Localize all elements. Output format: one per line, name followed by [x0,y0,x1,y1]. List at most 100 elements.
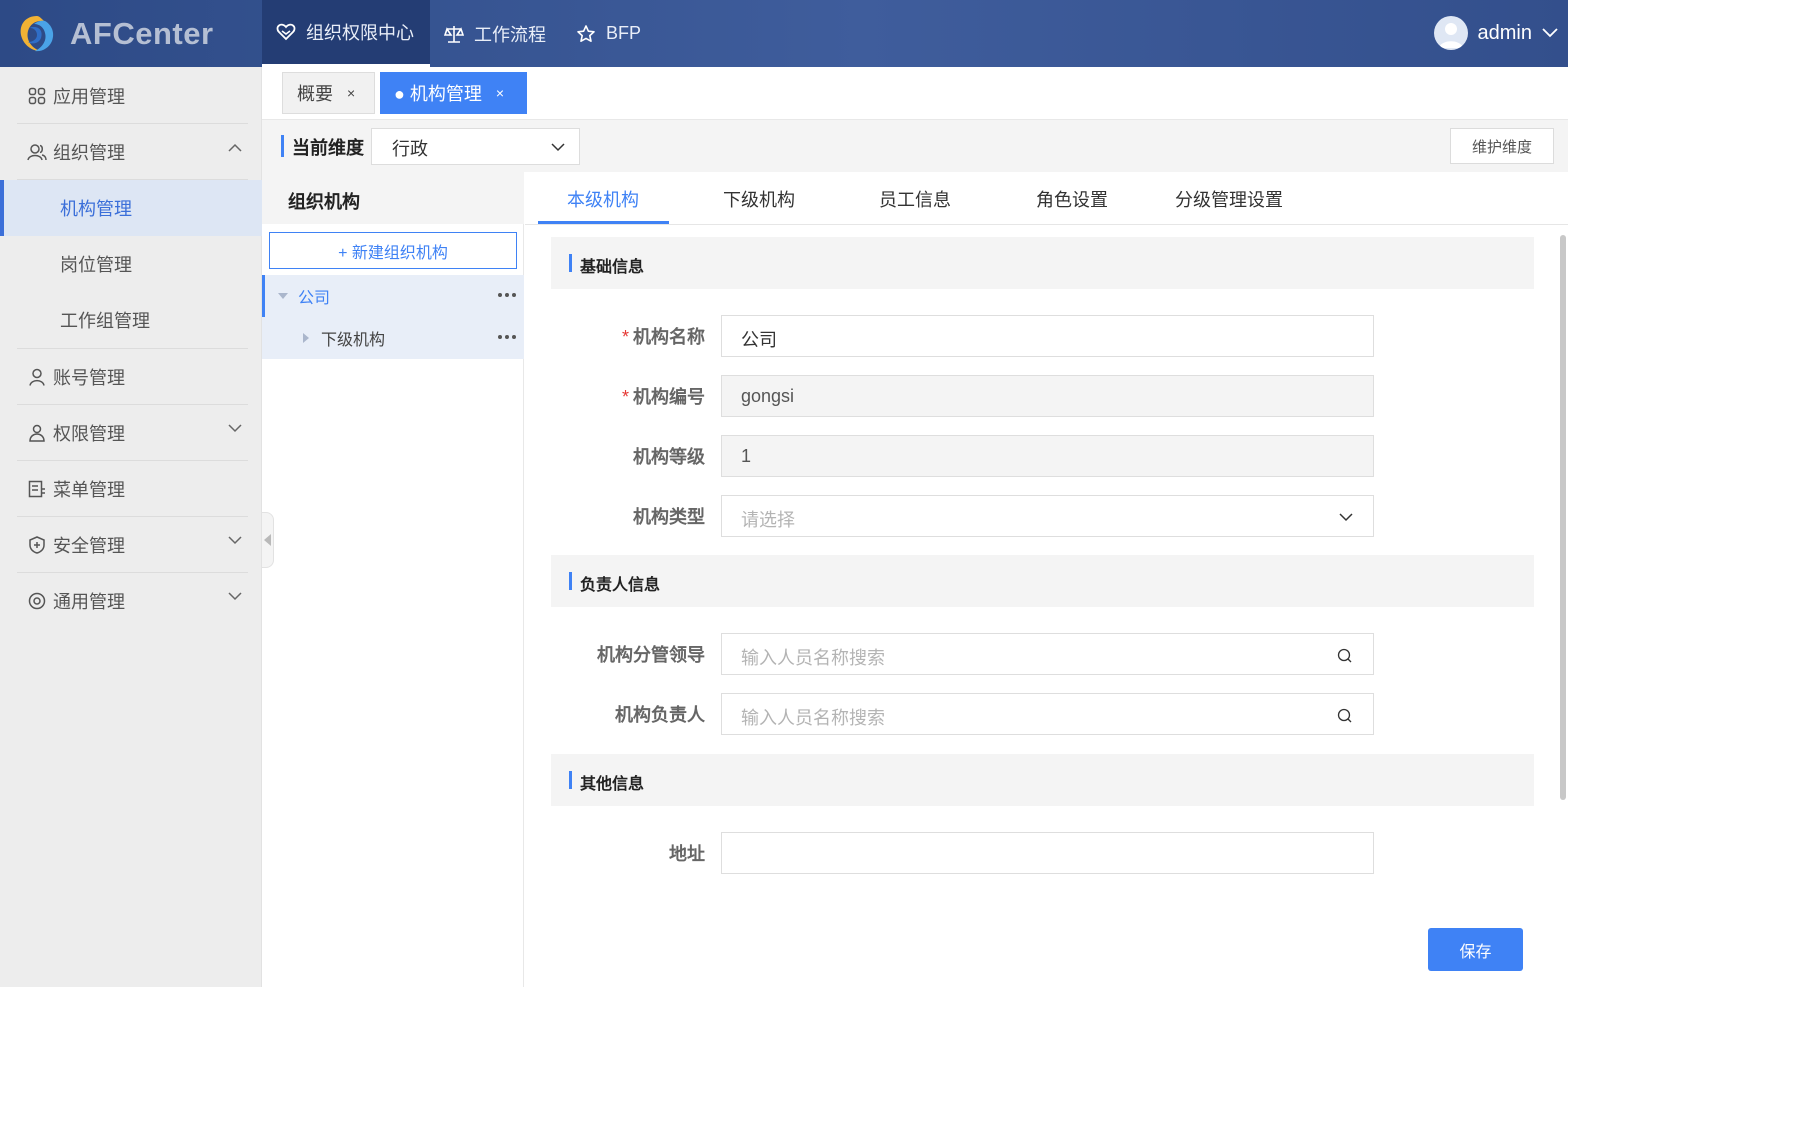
close-icon[interactable]: × [347,85,355,101]
sidebar-item-label: 菜单管理 [53,479,125,500]
more-icon[interactable] [498,293,516,297]
content-tabs: 本级机构 下级机构 员工信息 角色设置 分级管理设置 [525,172,1568,225]
section-basic: 基础信息 [551,237,1534,289]
star-icon [577,24,595,42]
tab-employee[interactable]: 员工信息 [879,186,951,212]
dimension-select[interactable]: 行政 [371,128,580,165]
tree-node-company[interactable]: 公司 [262,275,524,317]
tab-current-org[interactable]: 本级机构 [567,186,639,212]
top-header: AFCenter 组织权限中心 工作流程 BFP admin [0,0,1568,67]
caret-down-icon [278,293,288,299]
input-value: 公司 [741,330,777,350]
user-lock-icon [27,423,47,443]
user-name: admin [1477,21,1532,44]
scale-icon [444,25,464,43]
field-label-type: 机构类型 [633,507,705,527]
button-label: + 新建组织机构 [338,244,448,262]
search-icon[interactable] [1337,648,1353,664]
topnav-workflow[interactable]: 工作流程 [444,0,546,67]
tree-title: 组织机构 [262,172,524,224]
address-input[interactable] [721,832,1374,874]
sidebar-item-label: 应用管理 [53,86,125,107]
accent-bar [569,572,572,590]
manager-search-input[interactable]: 输入人员名称搜索 [721,693,1374,735]
user-menu[interactable]: admin [1433,16,1558,50]
chevron-down-icon [551,143,565,152]
dimension-bar: 当前维度 行政 维护维度 [262,120,1568,172]
tab-level-mgmt[interactable]: 分级管理设置 [1175,186,1283,212]
tree-node-label: 公司 [298,290,331,307]
menu-doc-icon [27,479,47,499]
app-logo[interactable]: AFCenter [16,10,214,58]
input-value: gongsi [741,386,795,406]
new-org-button[interactable]: + 新建组织机构 [269,232,517,269]
maintain-dimension-button[interactable]: 维护维度 [1450,128,1554,164]
topnav-label: 工作流程 [474,24,546,45]
tab-role[interactable]: 角色设置 [1036,186,1108,212]
page-tab-label: 概要 [297,84,333,104]
sidebar-item-label: 安全管理 [53,535,125,556]
sidebar-item-org-mgmt[interactable]: 机构管理 [0,180,262,236]
sidebar-item-position[interactable]: 岗位管理 [0,236,262,292]
save-button[interactable]: 保存 [1428,928,1523,971]
org-name-input[interactable]: 公司 [721,315,1374,357]
chevron-down-icon [1339,513,1353,522]
input-placeholder: 输入人员名称搜索 [741,648,885,668]
org-type-select[interactable]: 请选择 [721,495,1374,537]
tab-sub-org[interactable]: 下级机构 [723,186,795,212]
dimension-label: 当前维度 [292,138,364,158]
field-label-leader: 机构分管领导 [597,645,705,665]
active-tab-indicator [538,221,669,224]
section-other: 其他信息 [551,754,1534,806]
close-icon[interactable]: × [496,85,504,101]
target-icon [27,591,47,611]
chevron-down-icon [228,424,242,433]
sidebar-item-org[interactable]: 组织管理 [17,124,248,180]
accent-bar [281,135,284,157]
scrollbar[interactable] [1560,235,1566,800]
topnav-bfp[interactable]: BFP [576,0,641,67]
avatar [1433,16,1468,50]
logo-icon [20,16,54,52]
button-label: 维护维度 [1471,138,1532,156]
search-icon[interactable] [1337,708,1353,724]
page-tab-overview[interactable]: 概要 × [282,72,375,114]
topnav-org-permission[interactable]: 组织权限中心 [262,0,430,67]
sidebar-item-label: 权限管理 [53,423,125,444]
users-icon [27,142,47,162]
chevron-down-icon [228,536,242,545]
chevron-up-icon [228,143,242,152]
sidebar-item-apps[interactable]: 应用管理 [17,68,248,124]
page-tab-org-mgmt[interactable]: ● 机构管理 × [380,72,527,114]
accent-bar [569,771,572,789]
section-title: 基础信息 [580,259,645,276]
section-title: 负责人信息 [580,577,661,594]
input-placeholder: 输入人员名称搜索 [741,708,885,728]
field-label-manager: 机构负责人 [615,705,705,725]
field-label-address: 地址 [669,844,705,864]
field-label-code: * 机构编号 [621,387,705,407]
org-level-input: 1 [721,435,1374,477]
accent-bar [569,254,572,272]
page-tab-label: ● 机构管理 [394,84,482,104]
button-label: 保存 [1459,943,1492,961]
select-placeholder: 请选择 [741,510,795,530]
field-label-level: 机构等级 [633,447,705,467]
sidebar-item-label: 机构管理 [60,199,132,219]
required-mark: * [621,327,629,347]
dimension-value: 行政 [392,139,428,159]
sidebar-item-label: 岗位管理 [60,255,132,275]
field-label-name: * 机构名称 [621,327,705,347]
shield-plus-icon [27,535,47,555]
topnav-label: 组织权限中心 [306,23,414,43]
sidebar-item-label: 通用管理 [53,592,125,612]
chevron-down-icon [228,592,242,601]
heart-shield-icon [276,23,296,41]
sidebar-item-general[interactable]: 通用管理 [17,573,248,629]
app-title: AFCenter [70,16,214,51]
grid-icon [27,86,47,106]
page-tabs: 概要 × ● 机构管理 × [262,67,1568,120]
required-mark: * [621,387,629,407]
sidebar-item-label: 组织管理 [53,142,125,163]
leader-search-input[interactable]: 输入人员名称搜索 [721,633,1374,675]
